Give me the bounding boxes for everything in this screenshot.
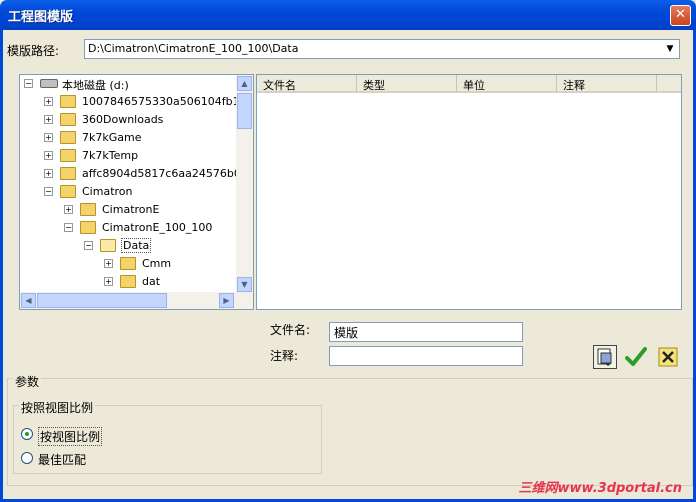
close-icon: ✕ (675, 7, 686, 22)
path-label: 模版路径: (7, 44, 60, 58)
title-bar: 工程图模版 ✕ (0, 0, 696, 30)
column-header-comment[interactable]: 注释 (557, 75, 657, 93)
folder-icon (60, 131, 76, 144)
chevron-down-icon[interactable]: ▼ (662, 41, 678, 57)
drive-icon (40, 79, 58, 88)
scroll-left-icon[interactable]: ◀ (21, 293, 36, 308)
folder-icon (80, 221, 96, 234)
expand-icon[interactable]: + (44, 115, 53, 124)
column-header-type[interactable]: 类型 (357, 75, 457, 93)
preview-button[interactable] (593, 345, 617, 369)
window-title: 工程图模版 (8, 10, 74, 25)
expand-icon[interactable]: + (44, 97, 53, 106)
collapse-icon[interactable]: − (44, 187, 53, 196)
folder-icon (60, 149, 76, 162)
file-list[interactable]: 文件名 类型 单位 注释 (256, 74, 682, 310)
watermark: 三维网www.3dportal.cn (518, 481, 682, 496)
cancel-button[interactable] (656, 345, 680, 369)
radio-best-fit[interactable]: 最佳匹配 (21, 451, 141, 467)
path-value: D:\Cimatron\CimatronE_100_100\Data (88, 42, 299, 55)
params-group-label: 参数 (13, 373, 42, 390)
tree-item-label: dat (142, 275, 161, 288)
expand-icon[interactable]: + (44, 151, 53, 160)
expand-icon[interactable]: + (44, 169, 53, 178)
scale-subgroup-label: 按照视图比例 (19, 399, 96, 416)
radio-view-scale[interactable]: 按视图比例 (21, 427, 141, 446)
expand-icon[interactable]: + (104, 259, 113, 268)
ok-button[interactable] (624, 345, 648, 369)
preview-icon (597, 348, 612, 366)
tree-horizontal-scrollbar[interactable]: ◀ ▶ (20, 292, 253, 309)
tree-item-label: Data (121, 238, 152, 253)
tree-item-label: 本地磁盘 (d:) (62, 79, 129, 92)
collapse-icon[interactable]: − (64, 223, 73, 232)
scroll-thumb[interactable] (37, 293, 167, 308)
expand-icon[interactable]: + (44, 133, 53, 142)
filename-label: 文件名: (270, 323, 311, 337)
folder-open-icon (100, 239, 116, 252)
close-button[interactable]: ✕ (670, 5, 691, 26)
tree-item-label: CimatronE_100_100 (102, 221, 213, 234)
radio-button[interactable] (21, 452, 33, 464)
tree-item-label: affc8904d5817c6aa24576b05dc (82, 167, 254, 180)
folder-icon (60, 167, 76, 180)
tree-item-label: Cmm (142, 257, 172, 270)
folder-icon (60, 113, 76, 126)
filename-input[interactable] (329, 322, 523, 342)
folder-icon (120, 275, 136, 288)
scroll-down-icon[interactable]: ▼ (237, 277, 252, 292)
tree-item-label: Cimatron (82, 185, 133, 198)
collapse-icon[interactable]: − (84, 241, 93, 250)
tree-vertical-scrollbar[interactable]: ▲ ▼ (236, 75, 253, 293)
radio-button[interactable] (21, 428, 33, 440)
tree-item-label: CimatronE (102, 203, 160, 216)
comment-input[interactable] (329, 346, 523, 366)
expand-icon[interactable]: + (104, 277, 113, 286)
check-icon (625, 347, 647, 366)
comment-label: 注释: (270, 349, 299, 363)
folder-icon (60, 185, 76, 198)
folder-icon (120, 257, 136, 270)
folder-icon (60, 95, 76, 108)
column-header-filename[interactable]: 文件名 (257, 75, 357, 93)
path-combo[interactable]: D:\Cimatron\CimatronE_100_100\Data ▼ (84, 39, 680, 59)
scroll-right-icon[interactable]: ▶ (219, 293, 234, 308)
cancel-icon (658, 347, 678, 367)
expand-icon[interactable]: + (64, 205, 73, 214)
collapse-icon[interactable]: − (24, 79, 33, 88)
tree-item-label: 360Downloads (82, 113, 164, 126)
scroll-up-icon[interactable]: ▲ (237, 76, 252, 91)
column-header-filler (657, 75, 681, 93)
tree-item-label: 1007846575330a506104fb1c42 (82, 95, 254, 108)
radio-label: 按视图比例 (38, 427, 103, 446)
radio-label: 最佳匹配 (38, 453, 87, 467)
column-header-unit[interactable]: 单位 (457, 75, 557, 93)
folder-icon (80, 203, 96, 216)
tree-item-label: 7k7kGame (82, 131, 142, 144)
scroll-thumb[interactable] (237, 93, 252, 129)
tree-item-label: 7k7kTemp (82, 149, 139, 162)
folder-tree[interactable]: − 本地磁盘 (d:) + 1007846575330a506104fb1c42… (19, 74, 254, 310)
